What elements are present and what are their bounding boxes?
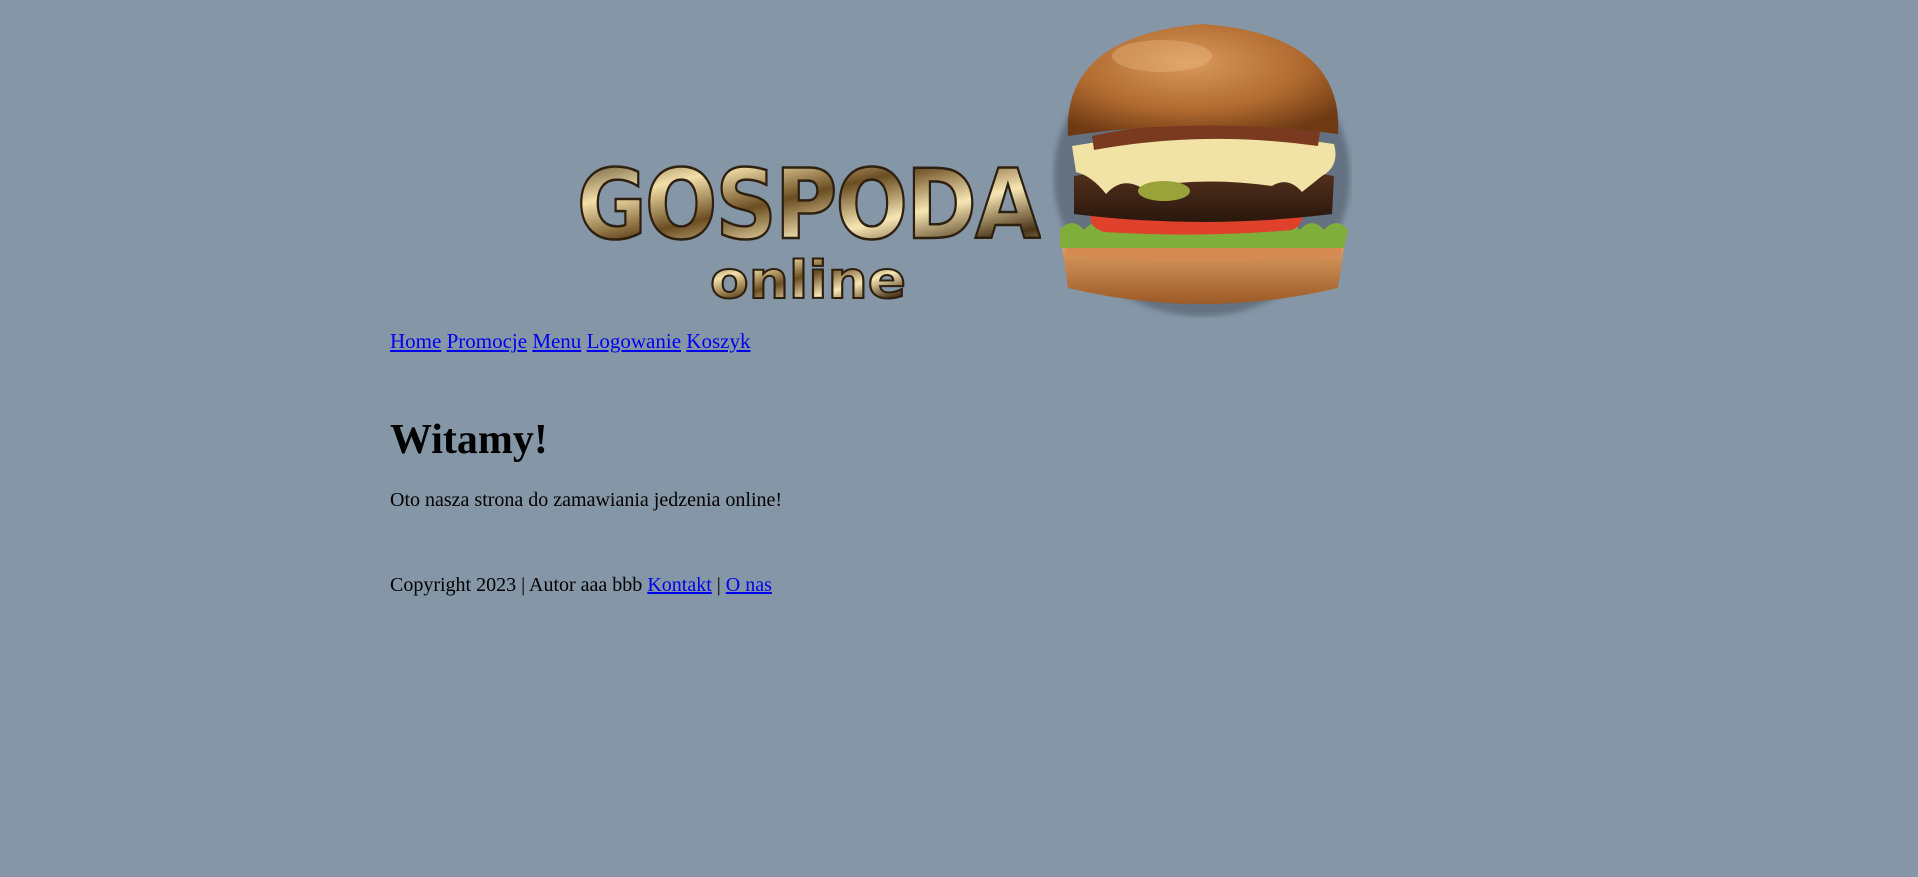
nav-link-home[interactable]: Home <box>390 329 441 353</box>
footer-link-kontakt[interactable]: Kontakt <box>647 574 711 596</box>
logo-text-online: online <box>710 251 906 305</box>
footer-copyright: Copyright 2023 | Autor aaa bbb <box>390 574 648 596</box>
nav-link-promocje[interactable]: Promocje <box>447 329 527 353</box>
page: GOSPODA online Home Promocje Menu Logowa… <box>0 0 1918 877</box>
footer-link-o-nas[interactable]: O nas <box>726 574 772 596</box>
content-container: GOSPODA online Home Promocje Menu Logowa… <box>390 0 1370 596</box>
site-banner: GOSPODA online <box>390 0 1370 325</box>
intro-text: Oto nasza strona do zamawiania jedzenia … <box>390 489 783 511</box>
footer-separator: | <box>711 574 726 596</box>
nav-link-koszyk[interactable]: Koszyk <box>686 329 750 353</box>
page-title: Witamy! <box>390 417 548 463</box>
footer: Copyright 2023 | Autor aaa bbb Kontakt |… <box>390 572 772 598</box>
gospoda-online-logo: GOSPODA online <box>576 150 1041 305</box>
nav-link-logowanie[interactable]: Logowanie <box>587 329 681 353</box>
nav-link-menu[interactable]: Menu <box>532 329 581 353</box>
logo-text-gospoda: GOSPODA <box>577 150 1041 261</box>
main-nav: Home Promocje Menu Logowanie Koszyk <box>390 327 750 355</box>
burger-image <box>1054 24 1350 316</box>
